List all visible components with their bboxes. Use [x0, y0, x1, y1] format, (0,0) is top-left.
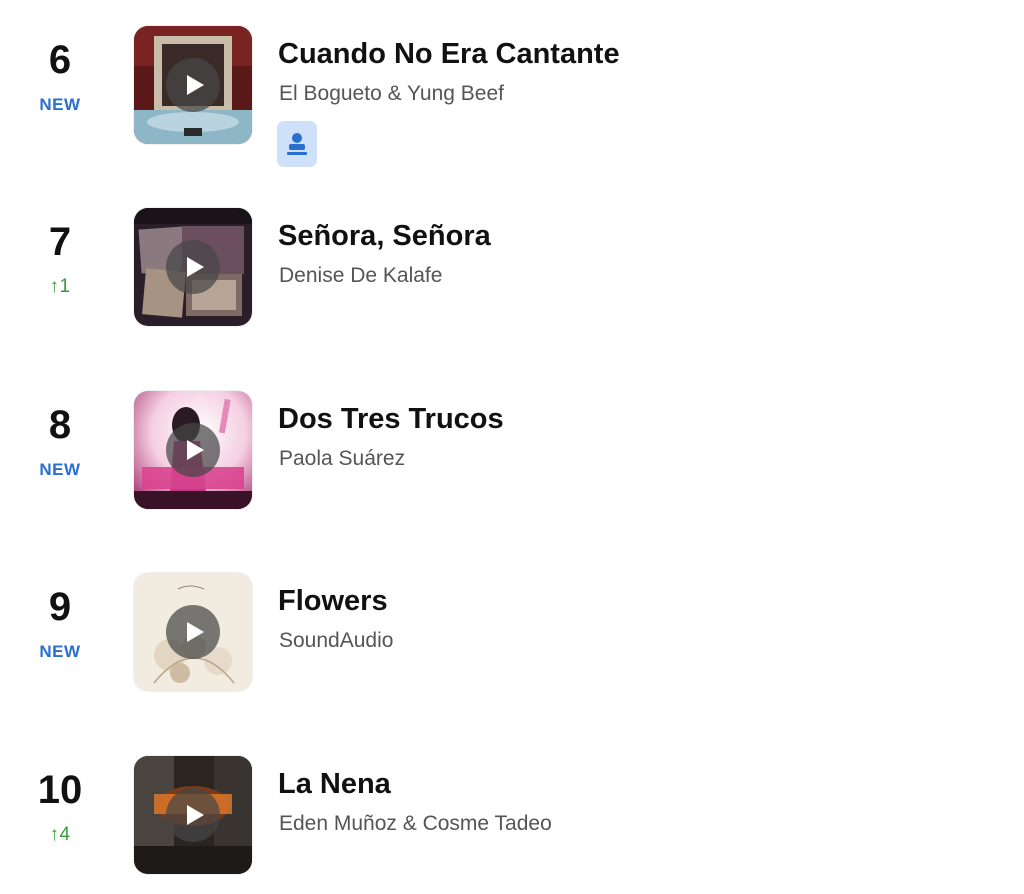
user-badge-icon [287, 133, 307, 155]
rank-number: 8 [48, 403, 72, 447]
rank-status-up: ↑1 [49, 276, 71, 297]
rank-column: 9 NEW [0, 567, 120, 687]
play-icon [187, 440, 204, 460]
rank-column: 6 NEW [0, 20, 120, 140]
album-artwork[interactable] [134, 756, 252, 874]
track-title[interactable]: Señora, Señora [278, 218, 491, 254]
rank-column: 8 NEW [0, 385, 120, 505]
album-artwork[interactable] [134, 391, 252, 509]
chart-row-6[interactable]: 6 NEW Cuando No Era Cantante El Bogueto … [0, 20, 1024, 167]
rank-status-new: NEW [39, 642, 81, 661]
track-artist[interactable]: Paola Suárez [279, 445, 405, 473]
track-artist[interactable]: El Bogueto & Yung Beef [279, 80, 504, 108]
play-icon [187, 257, 204, 277]
track-artist[interactable]: Denise De Kalafe [279, 262, 442, 290]
album-artwork[interactable] [134, 573, 252, 691]
play-button[interactable] [166, 605, 220, 659]
chart-row-7[interactable]: 7 ↑1 Señora, Señora Denise De Kalafe [0, 202, 1024, 326]
chart-row-9[interactable]: 9 NEW Flowers SoundAudio [0, 567, 1024, 691]
play-icon [187, 805, 204, 825]
rank-status-new: NEW [39, 460, 81, 479]
play-button[interactable] [166, 788, 220, 842]
play-button[interactable] [166, 58, 220, 112]
play-icon [187, 75, 204, 95]
play-button[interactable] [166, 423, 220, 477]
chart-row-10[interactable]: 10 ↑4 La Nena Eden Muñoz & Cosme Tadeo [0, 750, 1024, 874]
track-title[interactable]: Dos Tres Trucos [278, 401, 504, 437]
rank-number: 7 [48, 220, 72, 264]
album-artwork[interactable] [134, 208, 252, 326]
track-title[interactable]: La Nena [278, 766, 391, 802]
rank-number: 9 [48, 585, 72, 629]
rank-status-up: ↑4 [49, 824, 71, 845]
rank-number: 10 [37, 768, 83, 812]
chart-list: 6 NEW Cuando No Era Cantante El Bogueto … [0, 0, 1024, 894]
track-title[interactable]: Cuando No Era Cantante [278, 36, 620, 72]
rank-column: 10 ↑4 [0, 750, 120, 870]
chart-row-8[interactable]: 8 NEW Dos Tres Trucos Paola Suárez [0, 385, 1024, 509]
track-artist[interactable]: Eden Muñoz & Cosme Tadeo [279, 810, 552, 838]
rank-status-new: NEW [39, 95, 81, 114]
album-artwork[interactable] [134, 26, 252, 144]
play-button[interactable] [166, 240, 220, 294]
track-artist[interactable]: SoundAudio [279, 627, 393, 655]
play-icon [187, 622, 204, 642]
user-badge[interactable] [277, 121, 317, 167]
track-title[interactable]: Flowers [278, 583, 388, 619]
rank-number: 6 [48, 38, 72, 82]
rank-column: 7 ↑1 [0, 202, 120, 322]
